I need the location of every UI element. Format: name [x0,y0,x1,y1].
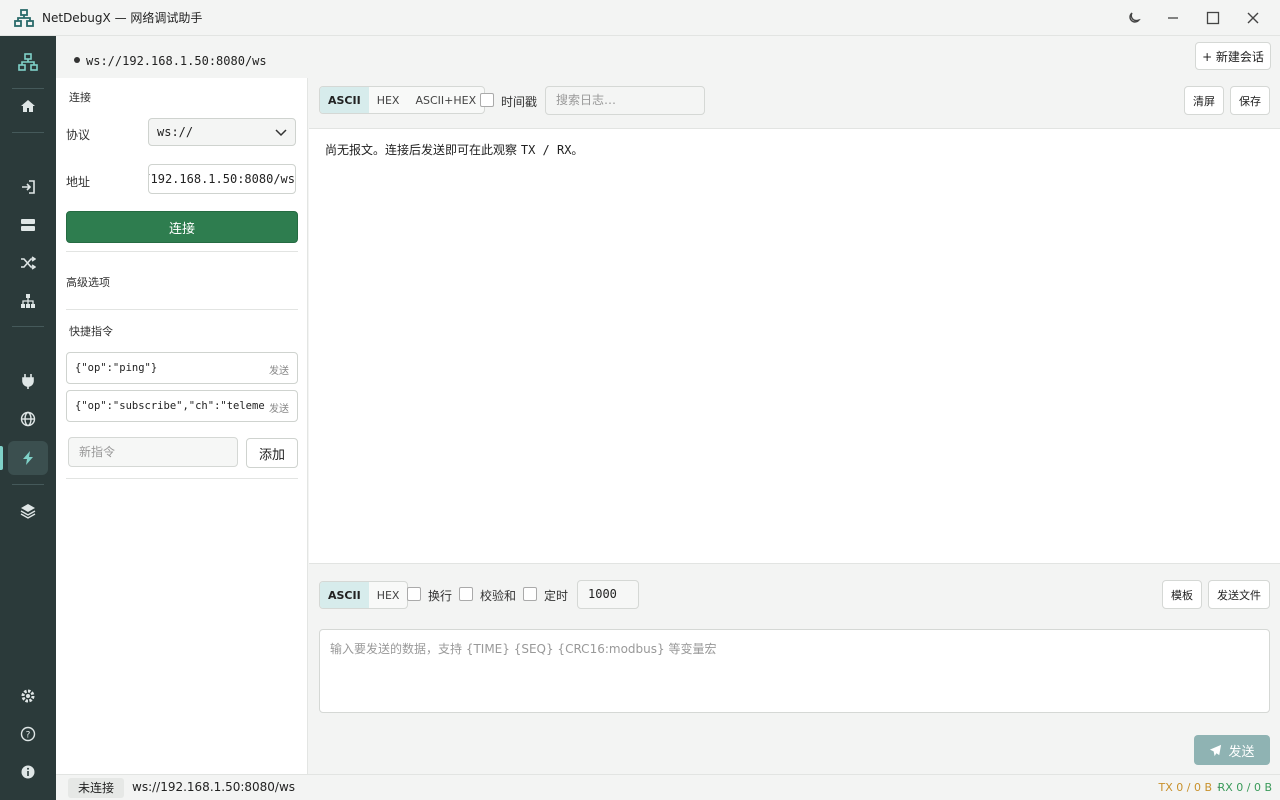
login-icon[interactable] [8,170,48,204]
section-connect-title: 连接 [69,91,91,104]
quick-command-text: {"op":"subscribe","ch":"telemetry"} [75,400,265,412]
send-button-label: 发送 [1228,744,1255,760]
log-mode-ascii-hex[interactable]: ASCII+HEX [407,87,484,113]
paper-plane-icon [1210,744,1222,756]
home-icon[interactable] [8,89,48,123]
send-format-toggle: ASCII HEX [319,581,409,609]
timer-checkbox[interactable] [523,587,537,601]
protocol-value: ws:// [157,125,194,139]
connection-status-badge: 未连接 [68,778,125,798]
log-mode-hex[interactable]: HEX [369,87,408,113]
newline-label: 换行 [428,589,453,603]
status-url: ws://192.168.1.50:8080/ws [132,780,296,794]
quick-command-text: {"op":"ping"} [75,362,158,374]
log-empty-message: 尚无报文。连接后发送即可在此观察 TX / RX。 [325,141,583,158]
protocol-label: 协议 [66,128,91,142]
close-icon[interactable] [1233,0,1273,36]
theme-toggle-icon[interactable] [1114,0,1154,36]
quick-command-send-button[interactable]: 发送 [269,400,289,415]
network-topology-icon[interactable] [8,45,48,79]
save-button[interactable]: 保存 [1230,86,1270,115]
layers-icon[interactable] [8,494,48,528]
log-empty-text: 尚无报文。连接后发送即可在此观察 [325,143,518,157]
status-bar: 未连接 ws://192.168.1.50:8080/ws TX 0 / 0 B… [56,774,1280,800]
quick-command-item[interactable]: {"op":"subscribe","ch":"telemetry"} 发送 [66,390,298,422]
settings-icon[interactable] [8,679,48,713]
help-icon[interactable]: ? [8,717,48,751]
address-input[interactable]: ws://192.168.1.50:8080/ws [148,164,296,194]
log-mode-ascii[interactable]: ASCII [320,87,369,113]
quick-commands-title: 快捷指令 [69,325,113,338]
chevron-down-icon [275,129,287,137]
send-mode-hex[interactable]: HEX [369,582,408,608]
timestamp-label: 时间戳 [501,95,538,109]
lightning-icon[interactable] [8,441,48,475]
checksum-checkbox[interactable] [459,587,473,601]
send-button[interactable]: 发送 [1194,735,1270,765]
status-dot [74,56,80,63]
quick-command-send-button[interactable]: 发送 [269,362,289,377]
log-format-toggle: ASCII HEX ASCII+HEX [319,86,486,114]
template-button[interactable]: 模板 [1162,580,1202,609]
session-url-text: ws://192.168.1.50:8080/ws [86,54,267,68]
send-file-button[interactable]: 发送文件 [1208,580,1270,609]
divider [66,478,298,479]
divider [66,251,298,252]
timestamp-checkbox[interactable] [480,93,494,107]
clear-button[interactable]: 清屏 [1184,86,1224,115]
interval-input[interactable]: 1000 [577,580,639,609]
protocol-select[interactable]: ws:// [148,118,296,146]
advanced-options-toggle[interactable]: 高级选项 [66,274,110,290]
server-icon[interactable] [8,208,48,242]
new-command-input[interactable]: 新指令 [68,437,238,467]
add-command-button[interactable]: 添加 [246,438,298,468]
divider [66,309,298,310]
nav-rail: ? [0,36,56,800]
timer-label: 定时 [544,589,569,603]
address-value: ws://192.168.1.50:8080/ws [149,172,295,186]
quick-command-item[interactable]: {"op":"ping"} 发送 [66,352,298,384]
tx-counter: TX 0 / 0 B [1158,781,1213,794]
log-empty-tag: TX / RX。 [520,143,584,157]
connect-button[interactable]: 连接 [66,211,298,243]
window-title: NetDebugX — 网络调试助手 [42,11,203,25]
svg-text:?: ? [26,731,31,741]
maximize-icon[interactable] [1193,0,1233,36]
new-session-button[interactable]: + 新建会话 [1195,42,1271,70]
globe-icon[interactable] [8,402,48,436]
minimize-icon[interactable] [1153,0,1193,36]
log-viewer[interactable]: 尚无报文。连接后发送即可在此观察 TX / RX。 [309,128,1280,564]
shuffle-icon[interactable] [8,246,48,280]
title-bar: NetDebugX — 网络调试助手 [0,0,1280,36]
info-icon[interactable] [8,755,48,789]
checksum-label: 校验和 [480,589,517,603]
network-icon [14,8,34,28]
newline-checkbox[interactable] [407,587,421,601]
plug-icon[interactable] [8,364,48,398]
rx-counter: RX 0 / 0 B [1217,781,1272,794]
log-search-input[interactable]: 搜索日志… [545,86,705,115]
send-mode-ascii[interactable]: ASCII [320,582,369,608]
sitemap-icon[interactable] [8,284,48,318]
session-url: ws://192.168.1.50:8080/ws [74,54,267,68]
send-input[interactable]: 输入要发送的数据，支持 {TIME} {SEQ} {CRC16:modbus} … [319,629,1270,713]
address-label: 地址 [66,175,91,189]
